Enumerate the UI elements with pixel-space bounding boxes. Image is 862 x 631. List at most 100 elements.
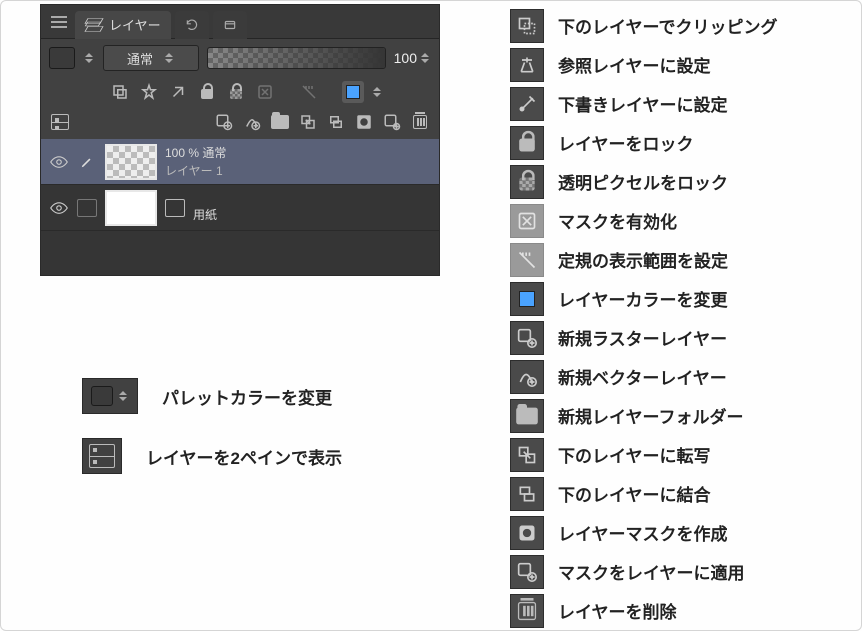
menu-icon[interactable] [47,10,71,34]
il-label: 新規ラスターレイヤー [558,325,727,350]
opacity-value: 100 [394,50,417,66]
il-delete: レイヤーを削除 [510,591,777,630]
il-label: 新規ベクターレイヤー [558,364,727,389]
reference-icon[interactable] [138,81,160,103]
panel-tabs: レイヤー [41,5,439,39]
il-new-raster: 新規ラスターレイヤー [510,318,777,357]
layer-name: 用紙 [193,206,217,223]
layers-icon [85,18,103,32]
create-mask-icon[interactable] [353,111,375,133]
layer-color-icon[interactable] [342,81,364,103]
tab-label: レイヤー [109,15,161,34]
il-lock-alpha: 透明ピクセルをロック [510,162,777,201]
layer-opacity-label: 100 % 通常 [165,144,226,161]
il-label: 透明ピクセルをロック [558,169,728,194]
new-raster-icon [510,321,544,355]
lock-icon[interactable] [196,81,218,103]
icon-list: 下のレイヤーでクリッピング 参照レイヤーに設定 下書きレイヤーに設定 レイヤーを… [510,6,777,630]
blend-mode-stepper [163,49,175,67]
new-vector-icon[interactable] [241,111,263,133]
tab-autoaction[interactable] [213,11,247,39]
il-label: 下のレイヤーに結合 [558,481,711,506]
il-label: マスクを有効化 [558,208,677,233]
legend-two-pane: レイヤーを2ペインで表示 [82,438,342,474]
clip-icon[interactable] [109,81,131,103]
il-label: マスクをレイヤーに適用 [558,559,745,584]
new-folder-icon[interactable] [269,111,291,133]
apply-mask-icon [510,555,544,589]
il-label: レイヤーをロック [558,130,694,155]
clip-icon [510,9,544,43]
il-label: 下書きレイヤーに設定 [558,91,728,116]
layer-option-icons [41,77,439,107]
two-pane-icon[interactable] [49,111,71,133]
reference-icon [510,48,544,82]
il-apply-mask: マスクをレイヤーに適用 [510,552,777,591]
opacity-stepper[interactable] [419,49,431,67]
apply-mask-icon[interactable] [381,111,403,133]
layer-action-icons [41,107,439,139]
layer-row-paper[interactable]: 用紙 [41,185,439,231]
new-vector-icon [510,360,544,394]
layer-name: レイヤー 1 [165,162,226,179]
edit-indicator-empty [77,199,97,217]
ruler-range-icon[interactable] [298,81,320,103]
il-label: 定規の表示範囲を設定 [558,247,728,272]
layer-thumbnail [105,190,157,226]
layer-thumbnail [105,144,157,180]
il-clip: 下のレイヤーでクリッピング [510,6,777,45]
palette-color-chip-legend [82,378,138,414]
delete-icon[interactable] [409,111,431,133]
delete-icon [510,594,544,628]
paper-type-icon [165,199,185,217]
il-reference: 参照レイヤーに設定 [510,45,777,84]
blend-mode-value: 通常 [127,49,153,68]
new-folder-icon [510,399,544,433]
transfer-icon[interactable] [297,111,319,133]
legend-palette-color: パレットカラーを変更 [82,378,342,414]
tab-history[interactable] [175,11,209,39]
lock-alpha-icon [510,165,544,199]
opacity-slider[interactable] [207,47,386,69]
il-layer-color: レイヤーカラーを変更 [510,279,777,318]
il-label: 下のレイヤーに転写 [558,442,711,467]
mask-enable-icon[interactable] [254,81,276,103]
visibility-toggle[interactable] [49,155,69,169]
il-mask-enable: マスクを有効化 [510,201,777,240]
layer-color-stepper[interactable] [371,83,383,101]
palette-color-stepper[interactable] [83,49,95,67]
merge-down-icon[interactable] [325,111,347,133]
il-new-vector: 新規ベクターレイヤー [510,357,777,396]
il-merge-down: 下のレイヤーに結合 [510,474,777,513]
palette-color-chip[interactable] [49,47,75,69]
transfer-icon [510,438,544,472]
layer-panel: レイヤー 通常 100 [40,4,440,276]
il-lock: レイヤーをロック [510,123,777,162]
il-draft: 下書きレイヤーに設定 [510,84,777,123]
layer-row-1[interactable]: 100 % 通常 レイヤー 1 [41,139,439,185]
lock-alpha-icon[interactable] [225,81,247,103]
il-new-folder: 新規レイヤーフォルダー [510,396,777,435]
il-label: レイヤーを削除 [558,598,677,623]
il-transfer: 下のレイヤーに転写 [510,435,777,474]
layer-controls-row: 通常 100 [41,39,439,77]
il-label: 下のレイヤーでクリッピング [558,13,777,38]
il-label: 新規レイヤーフォルダー [558,403,743,428]
draft-icon [510,87,544,121]
two-pane-icon-legend [82,438,122,474]
ruler-range-icon [510,243,544,277]
il-label: レイヤーマスクを作成 [558,520,728,545]
edit-indicator [77,155,97,169]
il-create-mask: レイヤーマスクを作成 [510,513,777,552]
create-mask-icon [510,516,544,550]
legend-label: パレットカラーを変更 [162,384,332,409]
draft-icon[interactable] [167,81,189,103]
merge-down-icon [510,477,544,511]
blend-mode-select[interactable]: 通常 [103,45,199,71]
tab-layers[interactable]: レイヤー [75,11,171,39]
visibility-toggle[interactable] [49,201,69,215]
il-label: レイヤーカラーを変更 [558,286,728,311]
new-raster-icon[interactable] [213,111,235,133]
il-label: 参照レイヤーに設定 [558,52,711,77]
legend-label: レイヤーを2ペインで表示 [146,444,342,469]
